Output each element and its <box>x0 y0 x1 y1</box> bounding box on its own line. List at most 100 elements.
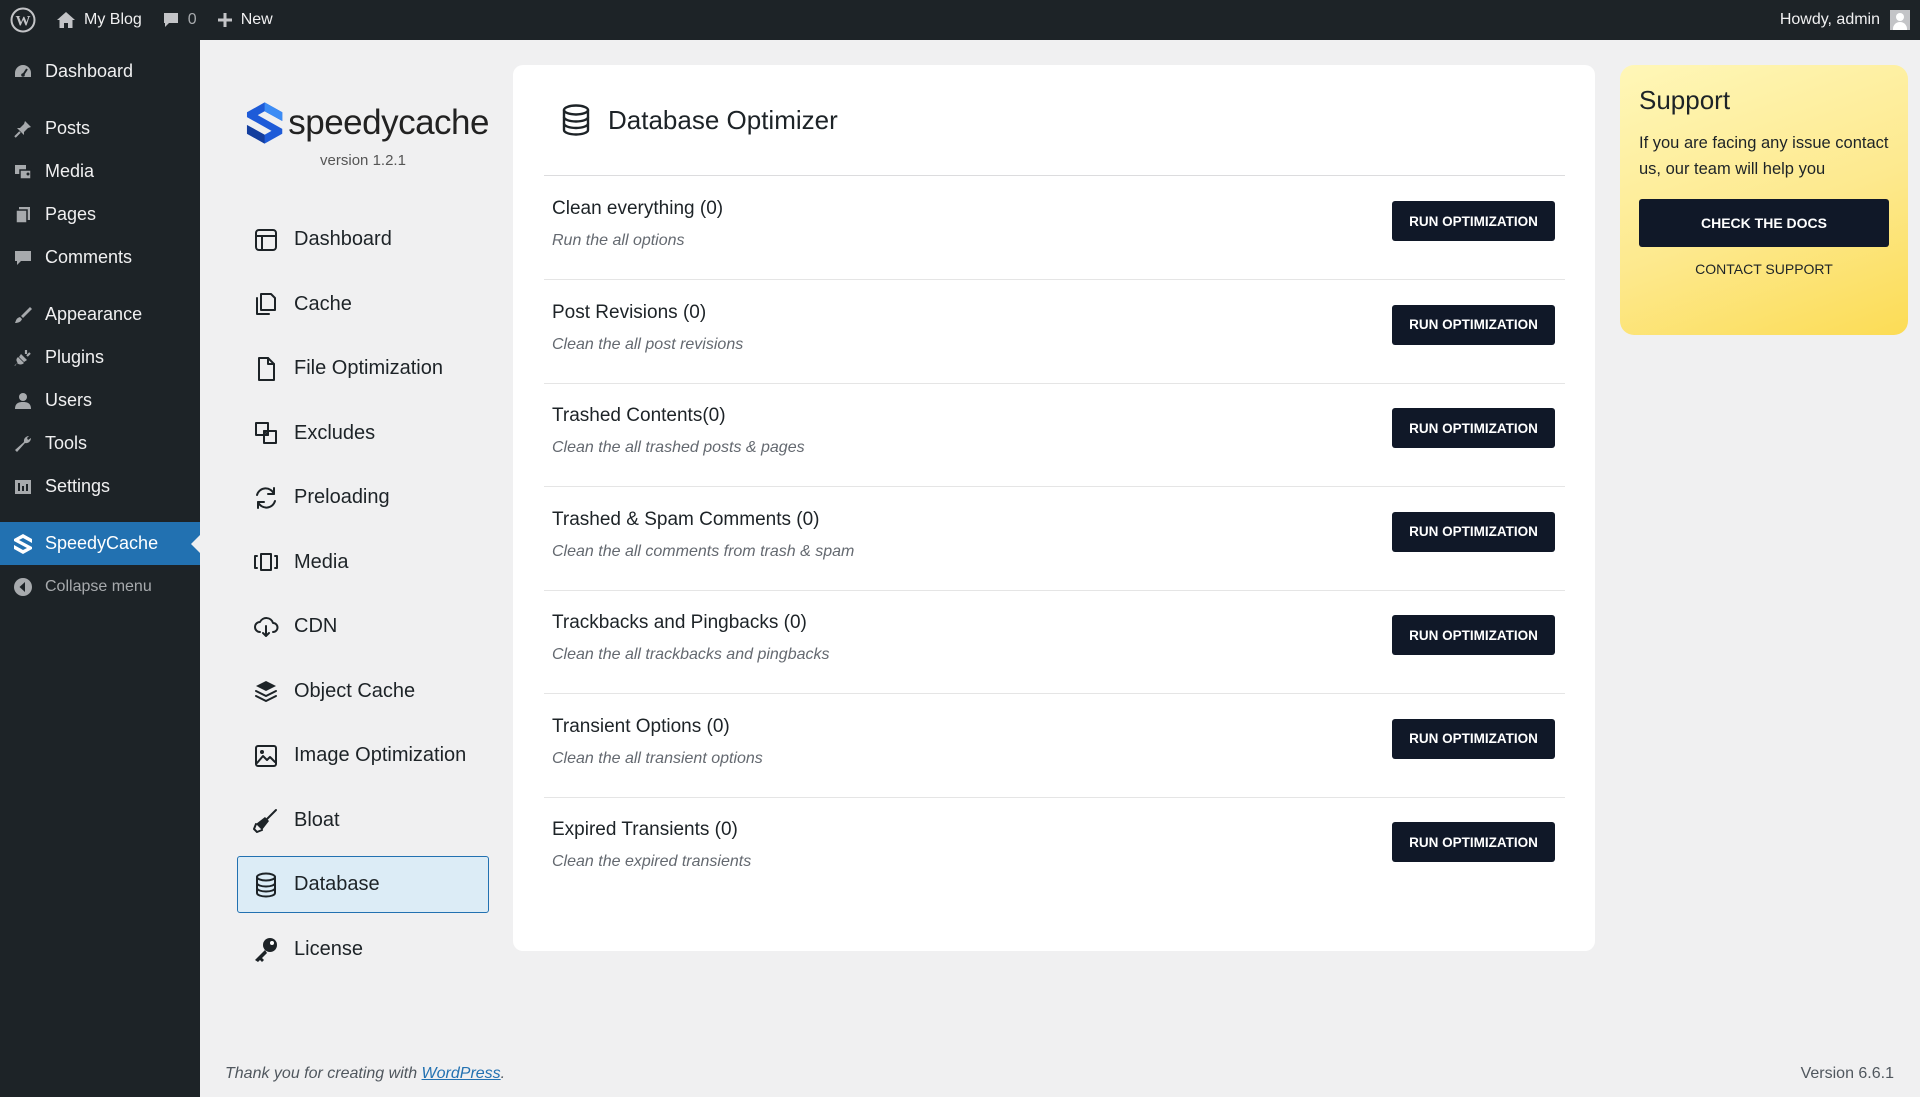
check-docs-button[interactable]: CHECK THE DOCS <box>1639 199 1889 247</box>
plugin-nav-image-optimization[interactable]: Image Optimization <box>237 727 489 784</box>
admin-menu-label: SpeedyCache <box>45 533 159 553</box>
admin-menu-users[interactable]: Users <box>0 379 200 422</box>
file-icon <box>252 355 280 383</box>
site-name-link[interactable]: My Blog <box>46 0 152 40</box>
pin-icon <box>12 118 34 140</box>
admin-menu-label: Pages <box>45 204 97 224</box>
admin-menu-tools[interactable]: Tools <box>0 422 200 465</box>
optimization-row: Trackbacks and Pingbacks (0) Clean the al… <box>544 590 1565 694</box>
optimization-row: Trashed Contents(0) Clean the all trashed… <box>544 383 1565 487</box>
dashboard-icon <box>252 226 280 254</box>
admin-menu-speedycache[interactable]: SpeedyCache <box>0 522 200 565</box>
account-menu[interactable]: Howdy, admin <box>1770 0 1920 40</box>
run-optimization-button[interactable]: RUN OPTIMIZATION <box>1392 718 1555 759</box>
admin-menu-list: Dashboard Posts Media Pages Comments Appearan… <box>0 50 200 565</box>
avatar <box>1890 10 1910 30</box>
optimization-title: Transient Options (0) <box>552 715 730 737</box>
admin-menu-label: Settings <box>45 476 111 496</box>
plugin-nav-bloat[interactable]: Bloat <box>237 792 489 849</box>
contact-support-link[interactable]: CONTACT SUPPORT <box>1639 261 1889 277</box>
plugin-nav-label: Preloading <box>294 486 390 508</box>
new-content-button[interactable]: New <box>207 0 283 40</box>
image-icon <box>252 742 280 770</box>
speedycache-nav: speedycache version 1.2.1 Dashboard Cache… <box>237 96 489 985</box>
wordpress-link[interactable]: WordPress <box>422 1065 501 1082</box>
plugin-nav-cdn[interactable]: CDN <box>237 598 489 655</box>
optimization-title: Clean everything (0) <box>552 198 724 219</box>
optimization-row: Clean everything (0) Run the all options R… <box>544 176 1565 280</box>
run-optimization-button[interactable]: RUN OPTIMIZATION <box>1392 511 1555 552</box>
plugin-nav-cache[interactable]: Cache <box>237 276 489 333</box>
optimization-title: Post Revisions (0) <box>552 301 707 323</box>
wordpress-icon: W <box>10 7 36 33</box>
run-optimization-button[interactable]: RUN OPTIMIZATION <box>1392 304 1555 345</box>
optimization-row: Post Revisions (0) Clean the all post rev… <box>544 280 1565 384</box>
collapse-menu-button[interactable]: Collapse menu <box>0 565 200 608</box>
plugin-nav-label: Image Optimization <box>294 744 467 766</box>
speedycache-brand: speedycache <box>237 96 489 150</box>
plugin-nav-database[interactable]: Database <box>237 856 489 913</box>
plugin-nav-label: Database <box>294 873 380 895</box>
optimization-description: Clean the all post revisions <box>552 335 744 353</box>
speedycache-logo-icon <box>246 102 283 144</box>
admin-menu-label: Appearance <box>45 304 143 324</box>
svg-text:W: W <box>16 14 31 30</box>
admin-menu-posts[interactable]: Posts <box>0 107 200 150</box>
dashboard-icon <box>12 61 34 83</box>
comments-count: 0 <box>187 11 197 28</box>
plugin-nav-dashboard[interactable]: Dashboard <box>237 211 489 268</box>
admin-menu-plugins[interactable]: Plugins <box>0 336 200 379</box>
plugin-nav-excludes[interactable]: Excludes <box>237 405 489 462</box>
plugin-nav-media[interactable]: Media <box>237 534 489 591</box>
plugin-nav-license[interactable]: License <box>237 921 489 978</box>
plugin-nav-object-cache[interactable]: Object Cache <box>237 663 489 720</box>
plugin-nav-label: File Optimization <box>294 357 443 379</box>
wordpress-logo-button[interactable]: W <box>0 0 46 40</box>
admin-menu: Dashboard Posts Media Pages Comments Appearan… <box>0 40 200 1099</box>
footer-thanks-text: Thank you for creating with <box>225 1065 422 1082</box>
admin-menu-label: Posts <box>45 118 91 138</box>
support-text: If you are facing any issue contact us, … <box>1639 134 1889 178</box>
comments-link[interactable]: 0 <box>152 0 207 40</box>
admin-menu-settings[interactable]: Settings <box>0 465 200 508</box>
footer-thanks: Thank you for creating with WordPress. <box>225 1065 505 1083</box>
optimization-row: Expired Transients (0) Clean the expired … <box>544 797 1565 901</box>
admin-menu-label: Plugins <box>45 347 105 367</box>
optimization-description: Run the all options <box>552 232 685 249</box>
home-icon <box>57 12 75 28</box>
broom-icon <box>252 806 280 834</box>
optimization-title: Trashed & Spam Comments (0) <box>552 508 820 530</box>
admin-menu-appearance[interactable]: Appearance <box>0 293 200 336</box>
admin-menu-label: Users <box>45 390 93 410</box>
plugin-nav-preloading[interactable]: Preloading <box>237 469 489 526</box>
howdy-text: Howdy, admin <box>1779 11 1880 28</box>
database-optimizer-panel: Database Optimizer Clean everything (0) R… <box>513 65 1595 951</box>
settings-icon <box>12 476 34 498</box>
run-optimization-button[interactable]: RUN OPTIMIZATION <box>1392 615 1555 655</box>
brush-icon <box>12 304 34 326</box>
optimization-title: Trashed Contents(0) <box>552 405 726 426</box>
menu-separator <box>0 279 200 293</box>
menu-separator <box>0 93 200 107</box>
key-icon <box>252 935 280 963</box>
menu-separator <box>0 508 200 522</box>
admin-menu-label: Dashboard <box>45 61 134 81</box>
admin-menu-media[interactable]: Media <box>0 150 200 193</box>
plugin-nav-label: CDN <box>294 615 338 637</box>
plugin-icon <box>12 347 34 369</box>
plugin-nav-file-optimization[interactable]: File Optimization <box>237 340 489 397</box>
plugin-nav-label: Excludes <box>294 421 376 444</box>
admin-menu-pages[interactable]: Pages <box>0 193 200 236</box>
footer-thanks-suffix: . <box>500 1065 506 1082</box>
run-optimization-button[interactable]: RUN OPTIMIZATION <box>1392 408 1555 448</box>
plugin-nav-label: License <box>294 937 363 960</box>
optimization-description: Clean the all transient options <box>552 749 763 767</box>
run-optimization-button[interactable]: RUN OPTIMIZATION <box>1392 822 1555 862</box>
media-icon <box>252 548 280 576</box>
run-optimization-button[interactable]: RUN OPTIMIZATION <box>1392 201 1555 241</box>
cloud-icon <box>252 613 280 641</box>
new-label: New <box>240 11 273 28</box>
admin-menu-comments[interactable]: Comments <box>0 236 200 279</box>
admin-menu-dashboard[interactable]: Dashboard <box>0 50 200 93</box>
support-title: Support <box>1639 85 1731 115</box>
